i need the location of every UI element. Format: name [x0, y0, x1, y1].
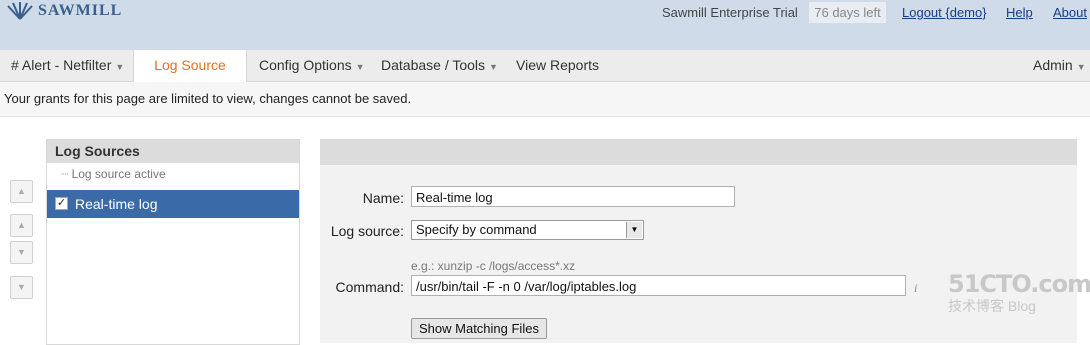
form-panel-header [320, 139, 1077, 165]
nav-profile-menu[interactable]: # Alert - Netfilter ▼ [11, 50, 124, 81]
log-sources-panel: Log Sources ┈ Log source active ✓ Real-t… [46, 139, 300, 345]
log-sources-title: Log Sources [47, 140, 299, 163]
nav-profile-label: # Alert - Netfilter [11, 57, 112, 73]
nav-view-reports[interactable]: View Reports [516, 50, 599, 81]
move-top-button[interactable]: ▲ [10, 180, 33, 203]
chevron-down-icon: ▼ [355, 62, 365, 72]
move-down-icon: ▼ [17, 247, 26, 257]
move-bottom-icon: ▼ [17, 282, 26, 292]
tab-log-source[interactable]: Log Source [133, 50, 247, 82]
move-up-icon: ▲ [17, 220, 26, 230]
log-source-select-value: Specify by command [416, 222, 537, 237]
log-source-item-label: Real-time log [75, 196, 158, 212]
command-example: e.g.: xunzip -c /logs/access*.xz [411, 259, 576, 273]
info-icon[interactable]: i [914, 281, 917, 296]
top-header: SAWMILL Sawmill Enterprise Trial 76 days… [0, 0, 1090, 50]
trial-label: Sawmill Enterprise Trial [662, 5, 798, 20]
sawmill-logo-icon [7, 2, 33, 20]
nav-admin[interactable]: Admin ▼ [1033, 50, 1086, 81]
move-bottom-button[interactable]: ▼ [10, 276, 33, 299]
nav-view-reports-label: View Reports [516, 57, 600, 73]
logout-link[interactable]: Logout {demo} [902, 5, 987, 20]
log-source-active-label: ┈ Log source active [61, 167, 166, 181]
command-field[interactable]: /usr/bin/tail -F -n 0 /var/log/iptables.… [411, 275, 906, 296]
nav-config-options-label: Config Options [259, 57, 352, 73]
nav-database-tools-label: Database / Tools [381, 57, 486, 73]
move-up-button[interactable]: ▲ [10, 214, 33, 237]
brand-name: SAWMILL [38, 2, 123, 19]
show-matching-files-button[interactable]: Show Matching Files [411, 318, 547, 339]
permission-notice: Your grants for this page are limited to… [0, 82, 1090, 117]
chevron-down-icon: ▼ [115, 62, 125, 72]
move-top-icon: ▲ [17, 186, 26, 196]
about-link[interactable]: About [1053, 5, 1087, 20]
chevron-down-icon: ▼ [626, 222, 642, 238]
watermark-main: 51CTO.com [948, 270, 1090, 298]
chevron-down-icon: ▼ [489, 62, 498, 72]
command-label: Command: [335, 279, 404, 295]
nav-admin-label: Admin [1033, 57, 1073, 73]
active-checkbox[interactable]: ✓ [55, 197, 68, 210]
tree-connector-icon: ┈ [61, 167, 69, 181]
help-link[interactable]: Help [1006, 5, 1033, 20]
days-left-badge: 76 days left [809, 2, 886, 23]
name-field[interactable]: Real-time log [411, 186, 735, 207]
log-source-select[interactable]: Specify by command ▼ [411, 220, 644, 240]
log-source-label: Log source: [330, 223, 404, 239]
logo: SAWMILL [6, 2, 122, 20]
watermark: 51CTO.com 技术博客 Blog [948, 270, 1090, 316]
permission-notice-text: Your grants for this page are limited to… [4, 91, 412, 106]
name-label: Name: [362, 190, 404, 206]
tab-log-source-label: Log Source [154, 57, 226, 73]
move-down-button[interactable]: ▼ [10, 241, 33, 264]
main-nav: # Alert - Netfilter ▼ Log Source Config O… [0, 50, 1090, 82]
watermark-sub: 技术博客 Blog [948, 298, 1036, 314]
nav-database-tools[interactable]: Database / Tools ▼ [381, 50, 498, 81]
list-item[interactable]: ✓ Real-time log [47, 190, 299, 218]
chevron-down-icon: ▼ [1076, 62, 1086, 72]
nav-config-options[interactable]: Config Options ▼ [259, 50, 365, 81]
